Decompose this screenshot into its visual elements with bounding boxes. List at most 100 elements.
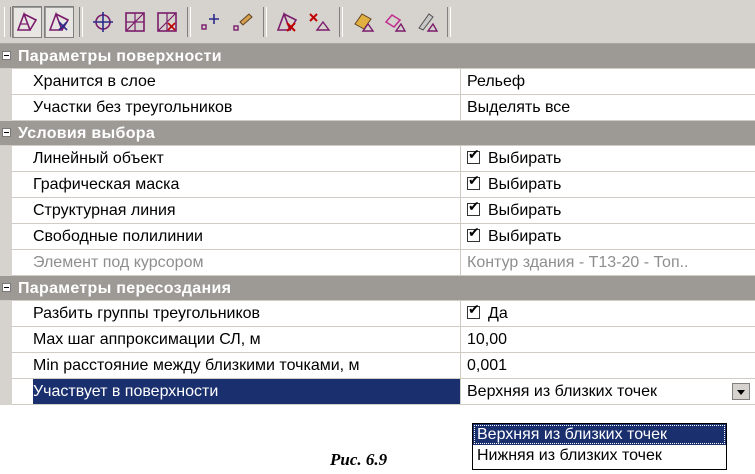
property-value: Контур здания - Т13-20 - Топ.. bbox=[467, 254, 689, 271]
combo-value[interactable]: Верхняя из близких точек bbox=[467, 379, 755, 404]
property-row[interactable]: Max шаг аппроксимации СЛ, м 10,00 bbox=[0, 327, 755, 353]
category-selection-conditions[interactable]: Условия выбора bbox=[0, 121, 755, 146]
row-gutter bbox=[0, 327, 12, 353]
collapse-icon[interactable] bbox=[2, 128, 11, 137]
brush-icon bbox=[233, 12, 253, 31]
collapse-icon[interactable] bbox=[2, 283, 11, 292]
delete-triangles-icon bbox=[276, 11, 298, 32]
surface-edit-icon bbox=[48, 11, 70, 31]
property-value[interactable]: Выбирать bbox=[467, 172, 755, 197]
collapse-icon[interactable] bbox=[2, 51, 11, 60]
property-row[interactable]: Структурная линия Выбирать bbox=[0, 198, 755, 224]
dropdown-option[interactable]: Верхняя из близких точек bbox=[473, 424, 726, 445]
property-row[interactable]: Участки без треугольников Выделять все bbox=[0, 95, 755, 121]
checkbox[interactable] bbox=[467, 224, 480, 242]
dropdown-list: Верхняя из близких точек Нижняя из близк… bbox=[472, 423, 727, 470]
property-name: Min расстояние между близкими точками, м bbox=[33, 353, 461, 378]
layer-style-icon bbox=[418, 12, 439, 32]
category-title: Параметры поверхности bbox=[18, 48, 222, 65]
brush-button[interactable] bbox=[228, 6, 258, 38]
property-name: Хранится в слое bbox=[33, 69, 461, 94]
move-point-icon bbox=[93, 11, 113, 32]
checkbox-label: Выбирать bbox=[488, 202, 562, 219]
row-gutter bbox=[0, 353, 12, 379]
delete-point-icon bbox=[309, 12, 331, 31]
grid-remove-icon bbox=[157, 11, 177, 32]
figure-caption: Рис. 6.9 bbox=[330, 450, 388, 469]
row-gutter bbox=[0, 198, 12, 224]
property-row[interactable]: Графическая маска Выбирать bbox=[0, 172, 755, 198]
toolbar-separator bbox=[447, 6, 451, 37]
property-name: Элемент под курсором bbox=[33, 250, 461, 275]
property-value[interactable]: Выбирать bbox=[467, 224, 755, 249]
property-row[interactable]: Хранится в слое Рельеф bbox=[0, 69, 755, 95]
row-gutter bbox=[0, 224, 12, 250]
property-value[interactable]: 0,001 bbox=[467, 353, 755, 378]
checkbox-label: Выбирать bbox=[488, 176, 562, 193]
layer-erase-button[interactable] bbox=[380, 6, 410, 38]
toolbar-separator bbox=[263, 6, 267, 37]
toolbar-separator bbox=[79, 6, 83, 37]
property-row-selected[interactable]: Участвует в поверхности Верхняя из близк… bbox=[0, 379, 755, 405]
checkbox-label: Да bbox=[488, 305, 508, 322]
grid-add-button[interactable] bbox=[120, 6, 150, 38]
property-grid: Параметры поверхности Хранится в слое Ре… bbox=[0, 44, 755, 405]
property-name: Участки без треугольников bbox=[33, 95, 461, 120]
row-gutter bbox=[0, 146, 12, 172]
surface-triangles-icon bbox=[16, 11, 38, 31]
grid-remove-button[interactable] bbox=[152, 6, 182, 38]
category-title: Параметры пересоздания bbox=[18, 280, 232, 297]
category-title: Условия выбора bbox=[18, 125, 156, 142]
layer-color-button[interactable] bbox=[348, 6, 378, 38]
row-gutter bbox=[0, 250, 12, 276]
row-gutter bbox=[0, 95, 12, 121]
property-name: Участвует в поверхности bbox=[33, 379, 461, 404]
property-value[interactable]: Выделять все bbox=[467, 95, 755, 120]
row-gutter bbox=[0, 69, 12, 95]
property-name: Линейный объект bbox=[33, 146, 461, 171]
row-gutter bbox=[0, 301, 12, 327]
layer-style-button[interactable] bbox=[412, 6, 442, 38]
layer-erase-icon bbox=[384, 13, 407, 32]
delete-point-button[interactable] bbox=[304, 6, 334, 38]
row-gutter bbox=[0, 172, 12, 198]
checkbox[interactable] bbox=[467, 146, 480, 164]
property-name: Свободные полилинии bbox=[33, 224, 461, 249]
property-name: Структурная линия bbox=[33, 198, 461, 223]
property-name: Max шаг аппроксимации СЛ, м bbox=[33, 327, 461, 352]
toolbar-separator bbox=[339, 6, 343, 37]
property-name: Графическая маска bbox=[33, 172, 461, 197]
toolbar bbox=[0, 0, 755, 44]
surface-triangles-button[interactable] bbox=[12, 5, 42, 38]
property-value[interactable]: Выбирать bbox=[467, 146, 755, 171]
checkbox-label: Выбирать bbox=[488, 150, 562, 167]
grid-add-icon bbox=[125, 11, 145, 32]
category-surface-parameters[interactable]: Параметры поверхности bbox=[0, 44, 755, 69]
checkbox[interactable] bbox=[467, 198, 480, 216]
checkbox[interactable] bbox=[467, 172, 480, 190]
checkbox[interactable] bbox=[467, 301, 480, 319]
checkbox-label: Выбирать bbox=[488, 228, 562, 245]
property-row[interactable]: Разбить группы треугольников Да bbox=[0, 301, 755, 327]
property-value[interactable]: Выбирать bbox=[467, 198, 755, 223]
property-row: Элемент под курсором Контур здания - Т13… bbox=[0, 250, 755, 276]
property-row[interactable]: Линейный объект Выбирать bbox=[0, 146, 755, 172]
move-point-button[interactable] bbox=[88, 6, 118, 38]
toolbar-separator bbox=[187, 6, 191, 37]
category-rebuild-parameters[interactable]: Параметры пересоздания bbox=[0, 276, 755, 301]
dropdown-option[interactable]: Нижняя из близких точек bbox=[473, 445, 726, 466]
property-value[interactable]: 10,00 bbox=[467, 327, 755, 352]
delete-triangles-button[interactable] bbox=[272, 6, 302, 38]
dropdown-arrow-icon[interactable] bbox=[732, 383, 750, 400]
add-point-button[interactable] bbox=[196, 6, 226, 38]
add-point-icon bbox=[201, 13, 219, 30]
property-value[interactable]: Да bbox=[467, 301, 755, 326]
property-name: Разбить группы треугольников bbox=[33, 301, 461, 326]
layer-color-icon bbox=[354, 12, 375, 32]
row-gutter bbox=[0, 379, 12, 405]
property-value[interactable]: Рельеф bbox=[467, 69, 755, 94]
surface-edit-button[interactable] bbox=[44, 5, 74, 38]
property-row[interactable]: Min расстояние между близкими точками, м… bbox=[0, 353, 755, 379]
toolbar-grip[interactable] bbox=[4, 6, 11, 37]
property-row[interactable]: Свободные полилинии Выбирать bbox=[0, 224, 755, 250]
